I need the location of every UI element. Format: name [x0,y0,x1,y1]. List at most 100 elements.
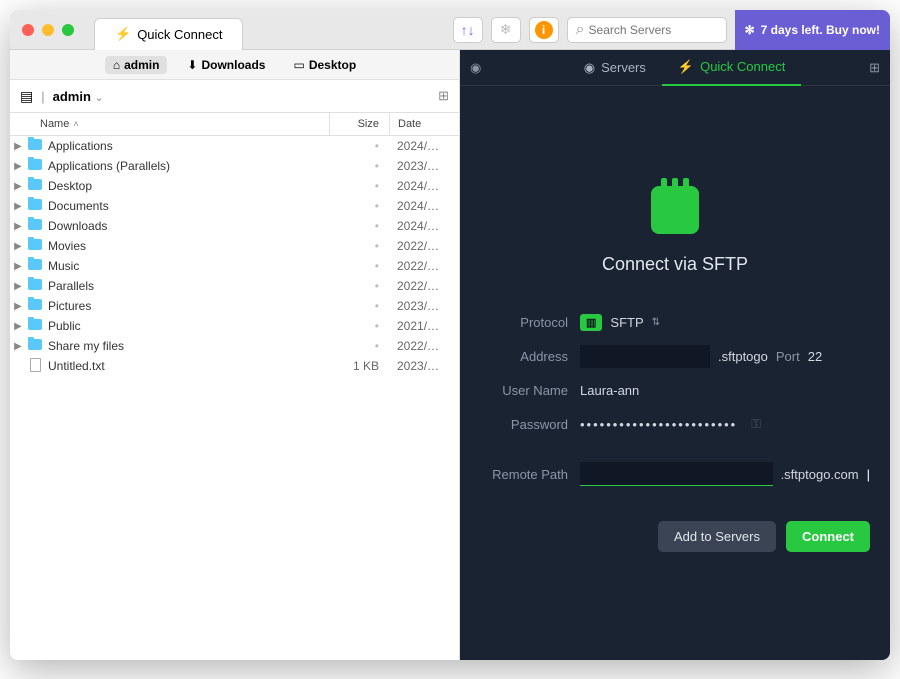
address-label: Address [480,349,580,364]
disclosure-arrow-icon[interactable]: ▶ [10,221,26,232]
table-row[interactable]: ▶ Parallels•2022/… [10,276,459,296]
file-date: 2024/… [389,219,459,233]
disclosure-arrow-icon[interactable]: ▶ [10,321,26,332]
file-date: 2021/… [389,319,459,333]
file-date: 2023/… [389,159,459,173]
file-name: Documents [44,199,329,213]
file-date: 2022/… [389,279,459,293]
disclosure-arrow-icon[interactable]: ▶ [10,201,26,212]
table-row[interactable]: ▶Applications (Parallels)•2023/… [10,156,459,176]
folder-icon [26,219,44,233]
folder-icon [26,279,44,293]
file-date: 2022/… [389,259,459,273]
bolt-icon: ⚡ [115,26,131,42]
snowflake-button[interactable]: ❄ [491,17,521,43]
file-size: • [329,319,389,333]
username-input[interactable]: Laura-ann [580,383,639,398]
username-label: User Name [480,383,580,398]
grid-toggle-icon[interactable]: ⊞ [438,88,449,104]
info-button[interactable]: i [529,17,559,43]
titlebar: ⚡ Quick Connect ↑↓ ❄ i ⌕ ✻ 7 days left. … [10,10,890,50]
folder-icon [26,339,44,353]
connect-title: Connect via SFTP [602,254,748,275]
maximize-icon[interactable] [62,24,74,36]
file-date: 2024/… [389,179,459,193]
breadcrumb-admin[interactable]: ⌂ admin [105,56,168,74]
file-name: Downloads [44,219,329,233]
disclosure-arrow-icon[interactable]: ▶ [10,301,26,312]
disclosure-arrow-icon[interactable]: ▶ [10,261,26,272]
main-split: ⌂ admin ⬇ Downloads ▭ Desktop ▤ | admin … [10,50,890,660]
disclosure-arrow-icon[interactable]: ▶ [10,161,26,172]
grid-icon[interactable]: ⊞ [869,60,880,76]
table-row[interactable]: ▶Pictures•2023/… [10,296,459,316]
port-value[interactable]: 22 [808,349,822,364]
password-label: Password [480,417,580,432]
remotepath-input[interactable] [580,462,773,486]
table-row[interactable]: ▶Downloads•2024/… [10,216,459,236]
file-date: 2022/… [389,339,459,353]
folder-icon [26,199,44,213]
address-input[interactable] [580,345,710,368]
table-row[interactable]: ▶Movies•2022/… [10,236,459,256]
search-input[interactable] [589,23,718,37]
file-size: • [329,179,389,193]
file-size: 1 KB [329,359,389,373]
column-size[interactable]: Size [329,113,389,135]
globe-icon[interactable]: ◉ [470,60,500,76]
drive-icon[interactable]: ▤ [20,88,33,105]
search-servers[interactable]: ⌕ [567,17,727,43]
protocol-select[interactable]: ▥ SFTP ⇅ [580,314,870,331]
file-icon [26,358,44,375]
local-panel: ⌂ admin ⬇ Downloads ▭ Desktop ▤ | admin … [10,50,460,660]
table-row[interactable]: ▶Desktop•2024/… [10,176,459,196]
remote-tabs: ◉ ◉ Servers ⚡ Quick Connect ⊞ [460,50,890,86]
file-name: Music [44,259,329,273]
add-to-servers-button[interactable]: Add to Servers [658,521,776,552]
file-name: Untitled.txt [44,359,329,373]
sync-button[interactable]: ↑↓ [453,17,483,43]
disclosure-arrow-icon[interactable]: ▶ [10,281,26,292]
disclosure-arrow-icon[interactable]: ▶ [10,141,26,152]
folder-icon [26,179,44,193]
table-row[interactable]: ▶Documents•2024/… [10,196,459,216]
tab-quick-connect[interactable]: ⚡ Quick Connect [94,18,243,50]
disclosure-arrow-icon[interactable]: ▶ [10,241,26,252]
breadcrumb-desktop[interactable]: ▭ Desktop [285,56,364,74]
minimize-icon[interactable] [42,24,54,36]
file-size: • [329,279,389,293]
folder-icon [26,239,44,253]
close-icon[interactable] [22,24,34,36]
table-row[interactable]: Untitled.txt1 KB2023/… [10,356,459,376]
disclosure-arrow-icon[interactable]: ▶ [10,181,26,192]
port-label: Port [776,349,800,364]
column-name[interactable]: Name ˄ [10,113,329,135]
file-date: 2024/… [389,139,459,153]
connect-button[interactable]: Connect [786,521,870,552]
key-icon[interactable]: ⚿ [751,416,761,432]
file-size: • [329,199,389,213]
tab-quickconnect[interactable]: ⚡ Quick Connect [662,50,801,86]
tab-label: Quick Connect [137,27,222,42]
password-input[interactable]: •••••••••••••••••••••••• [580,417,737,432]
buy-now-banner[interactable]: ✻ 7 days left. Buy now! [735,10,890,50]
column-date[interactable]: Date [389,113,459,135]
snowflake-icon: ❄ [500,21,512,38]
table-row[interactable]: ▶Share my files•2022/… [10,336,459,356]
file-name: Applications (Parallels) [44,159,329,173]
current-path[interactable]: admin ⌄ [53,89,104,104]
table-row[interactable]: ▶Music•2022/… [10,256,459,276]
search-icon: ⌕ [576,21,585,39]
info-icon: i [535,21,553,39]
folder-icon [26,259,44,273]
tab-servers[interactable]: ◉ Servers [568,50,662,86]
table-row[interactable]: ▶Applications•2024/… [10,136,459,156]
breadcrumb-downloads[interactable]: ⬇ Downloads [179,56,273,74]
file-list: ▶Applications•2024/…▶Applications (Paral… [10,136,459,660]
breadcrumb: ⌂ admin ⬇ Downloads ▭ Desktop [10,50,459,80]
folder-icon [26,159,44,173]
disclosure-arrow-icon[interactable]: ▶ [10,341,26,352]
file-size: • [329,299,389,313]
file-name: Parallels [44,279,329,293]
table-row[interactable]: ▶Public•2021/… [10,316,459,336]
